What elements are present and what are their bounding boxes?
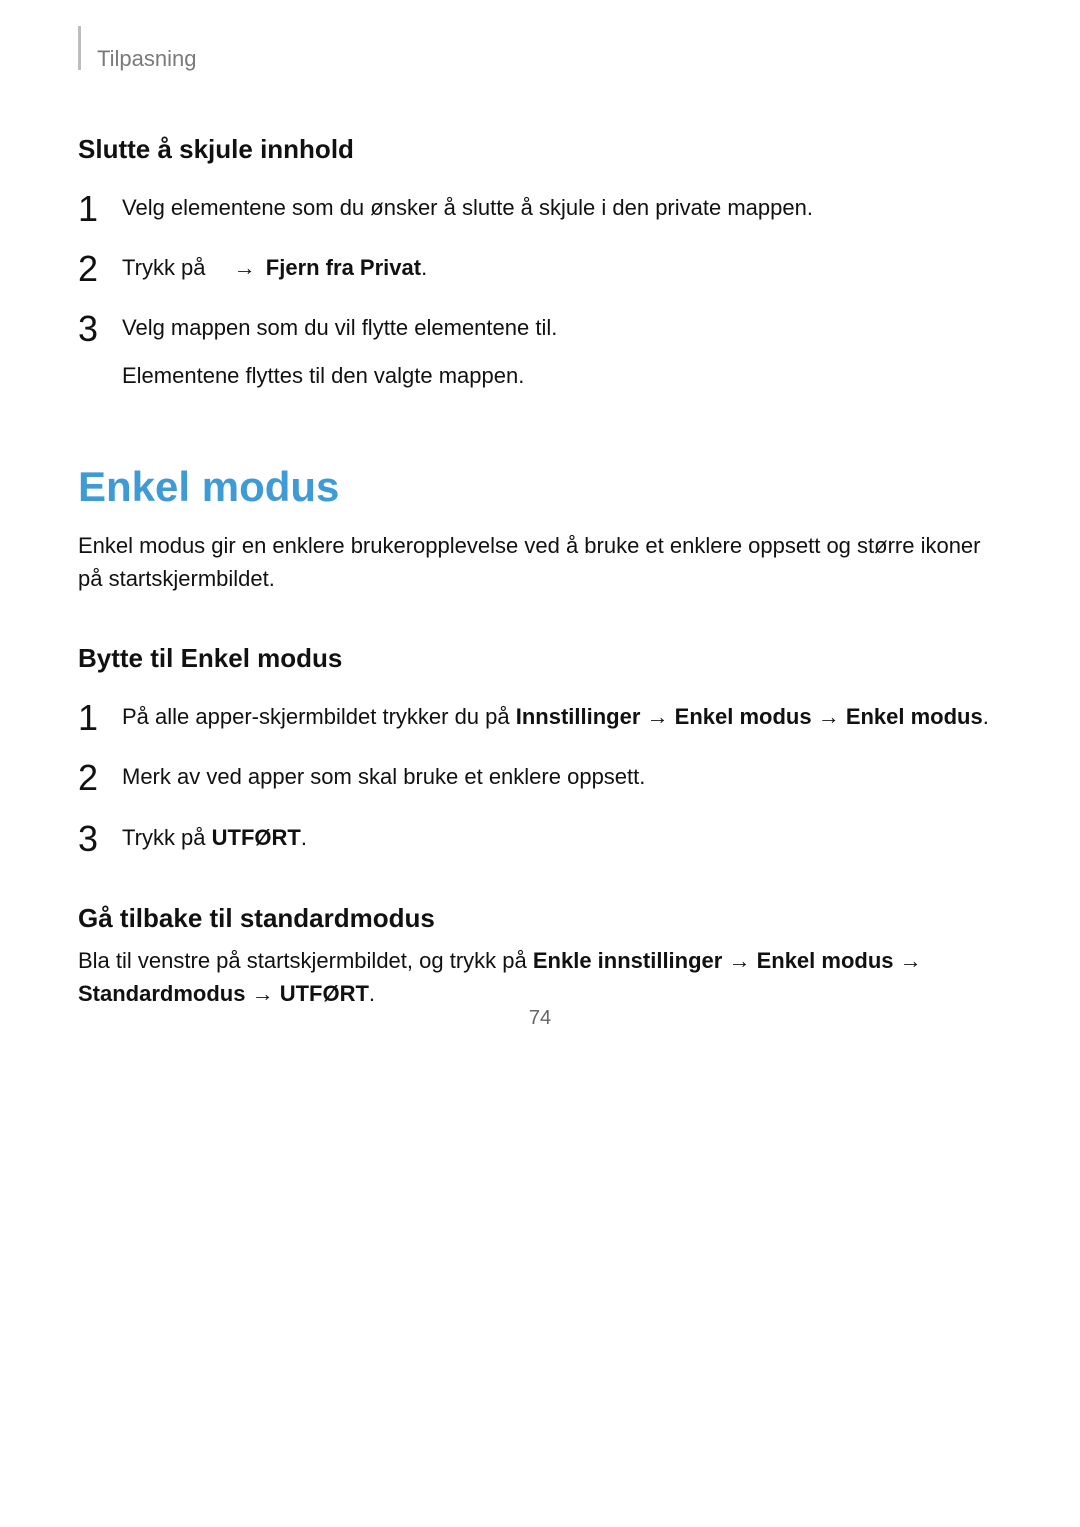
step-text-bold: Enkel modus: [675, 704, 812, 729]
section-title-enkel-modus: Enkel modus: [78, 463, 1002, 511]
steps-list-switch-mode: På alle apper-skjermbildet trykker du på…: [78, 700, 1002, 854]
step-text-bold: Enkel modus: [846, 704, 983, 729]
step-text-period: .: [301, 825, 307, 850]
text-period: .: [369, 981, 375, 1006]
step-text-pre: Trykk på: [122, 825, 212, 850]
text-bold: UTFØRT: [280, 981, 369, 1006]
arrow-text: →: [245, 981, 279, 1006]
arrow-text: →: [722, 948, 756, 973]
arrow-text: →: [640, 704, 674, 729]
step-item: Velg mappen som du vil flytte elementene…: [78, 311, 1002, 393]
step-item: På alle apper-skjermbildet trykker du på…: [78, 700, 1002, 734]
steps-list-stop-hiding: Velg elementene som du ønsker å slutte å…: [78, 191, 1002, 393]
arrow-icon: →: [230, 251, 260, 285]
arrow-text: →: [894, 948, 922, 973]
step-text: Merk av ved apper som skal bruke et enkl…: [122, 764, 645, 789]
step-text-period: .: [421, 255, 427, 280]
page-number: 74: [0, 1007, 1080, 1030]
text-bold: Enkle innstillinger: [533, 948, 722, 973]
step-text-line1: Velg mappen som du vil flytte elementene…: [122, 315, 557, 340]
step-text-pre: Trykk på: [122, 255, 212, 280]
text-bold: Standardmodus: [78, 981, 245, 1006]
step-text-period: .: [983, 704, 989, 729]
step-item: Trykk på → Fjern fra Privat.: [78, 251, 1002, 285]
page-header: Tilpasning: [78, 36, 1002, 86]
text-pre: Bla til venstre på startskjermbildet, og…: [78, 948, 533, 973]
step-item: Velg elementene som du ønsker å slutte å…: [78, 191, 1002, 225]
document-page: Tilpasning Slutte å skjule innhold Velg …: [0, 0, 1080, 1058]
step-text-bold: UTFØRT: [212, 825, 301, 850]
intro-paragraph: Enkel modus gir en enklere brukeroppleve…: [78, 529, 1002, 595]
subheading-stop-hiding: Slutte å skjule innhold: [78, 134, 1002, 165]
step-text-line2: Elementene flyttes til den valgte mappen…: [122, 359, 1002, 393]
paragraph-standard-mode: Bla til venstre på startskjermbildet, og…: [78, 944, 1002, 1010]
header-section-label: Tilpasning: [97, 36, 196, 72]
subheading-standard-mode: Gå tilbake til standardmodus: [78, 903, 1002, 934]
step-item: Merk av ved apper som skal bruke et enkl…: [78, 760, 1002, 794]
step-item: Trykk på UTFØRT.: [78, 821, 1002, 855]
header-divider: [78, 26, 81, 70]
step-text-bold: Innstillinger: [516, 704, 641, 729]
step-text-bold: Fjern fra Privat: [266, 255, 421, 280]
arrow-text: →: [812, 704, 846, 729]
step-text: Velg elementene som du ønsker å slutte å…: [122, 195, 813, 220]
subheading-switch-mode: Bytte til Enkel modus: [78, 643, 1002, 674]
step-text-pre: På alle apper-skjermbildet trykker du på: [122, 704, 516, 729]
text-bold: Enkel modus: [757, 948, 894, 973]
